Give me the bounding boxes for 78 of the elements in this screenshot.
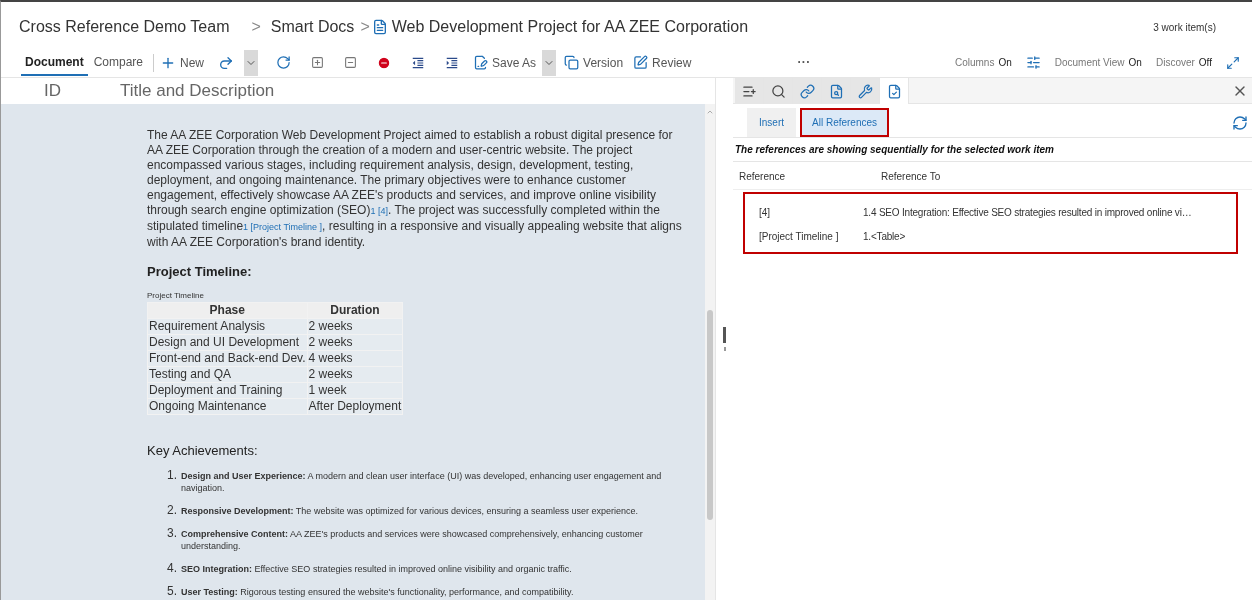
section-heading: Project Timeline: — [147, 263, 253, 281]
breadcrumb-separator: > — [251, 17, 261, 37]
toggle-label: Document View — [1054, 56, 1125, 70]
column-header: Reference To — [881, 170, 941, 184]
list-number: 1. — [167, 468, 178, 482]
list-item-text: User Testing: Rigorous testing ensured the website's functionality, performance, and compatibility. — [181, 586, 575, 598]
copy-icon — [564, 55, 580, 70]
table-header: Phase — [147, 302, 308, 318]
table-cell-text: 1.<Table> — [863, 229, 906, 244]
list-item-text: Comprehensive Content: AA ZEE's products and services were showcased comprehensively, enhancing customer understanding. — [181, 528, 644, 552]
breadcrumb-link[interactable]: Smart Docs — [270, 15, 355, 39]
toggle-label: Columns — [954, 56, 995, 70]
maximize-icon[interactable] — [1226, 55, 1240, 70]
reference-link[interactable]: 1 [4] — [370, 206, 388, 216]
work-item-count: 3 work item(s) — [1153, 20, 1216, 35]
pen-icon — [633, 55, 649, 70]
save-as-button[interactable]: Save As — [473, 53, 537, 72]
indent-icon[interactable] — [445, 55, 460, 70]
column-header: Title and Description — [120, 80, 275, 103]
table-cell-text: 1.4 SEO Integration: Effective SEO strategies resulted in improved online vi… — [863, 205, 1192, 220]
outdent-icon[interactable] — [411, 55, 426, 70]
toggle-label: Discover — [1155, 56, 1195, 70]
delete-icon[interactable] — [377, 55, 392, 70]
list-item-text: Design and User Experience: A modern and clean user interface (UI) was developed, enhancing user engagement and navigation. — [181, 470, 663, 494]
document-icon — [371, 19, 388, 35]
settings-icon[interactable] — [1025, 55, 1041, 70]
list-number: 4. — [167, 561, 178, 575]
more-button[interactable]: ... — [797, 49, 811, 68]
new-button[interactable]: New — [158, 53, 207, 72]
column-header: ID — [44, 80, 62, 103]
toggle-value[interactable]: On — [1128, 55, 1142, 70]
expand-icon[interactable] — [311, 56, 325, 69]
list-plus-icon[interactable] — [735, 78, 764, 104]
wrench-icon[interactable] — [851, 78, 880, 104]
collapse-icon[interactable] — [344, 56, 358, 69]
breadcrumb-separator: > — [360, 17, 370, 37]
view-tab[interactable]: Compare — [89, 49, 148, 76]
dropdown-button[interactable] — [244, 49, 259, 76]
panel-tab[interactable]: All References — [800, 108, 890, 137]
review-button[interactable]: Review — [633, 53, 692, 72]
list-number: 5. — [167, 584, 178, 598]
version-button[interactable]: Version — [564, 53, 624, 72]
table-cell: Ongoing Maintenance — [147, 398, 308, 414]
toggle-value[interactable]: Off — [1198, 55, 1212, 70]
table-cell: 4 weeks — [307, 350, 403, 366]
panel-tab[interactable]: Insert — [747, 108, 796, 137]
table-cell: Deployment and Training — [147, 382, 308, 398]
toggle-value[interactable]: On — [998, 55, 1012, 70]
file-pen-icon — [473, 55, 489, 70]
table-header: Duration — [307, 302, 403, 318]
table-caption: Project Timeline — [147, 289, 205, 302]
table-cell: 2 weeks — [307, 334, 403, 350]
table-cell: Testing and QA — [147, 366, 308, 382]
list-item-text: SEO Integration: Effective SEO strategies resulted in improved online visibility and organic traffic. — [181, 563, 573, 575]
list-number: 3. — [167, 526, 178, 540]
view-tab[interactable]: Document — [21, 49, 88, 76]
section-heading: Key Achievements: — [147, 441, 259, 460]
breadcrumb-link[interactable]: Cross Reference Demo Team — [19, 15, 230, 39]
table-cell: 1 week — [307, 382, 403, 398]
description-paragraph: The AA ZEE Corporation Web Development Project aimed to establish a robust digital presence for AA ZEE Corporation through the creation of a modern and user-centric website. The project encompassed various stages, including requirement analysis, design, development, testing, deployment, and ongoing maintenance. The primary objectives were to enhance customer engagement, effectively showcase AA ZEE's products and services, and improve online visibility through search engine optimization (SEO)1 [4]. The project was successfully completed within the stipulated timeline1 [Project Timeline ], resulting in a responsive and visually appealing website that aligns with AA ZEE Corporation's brand identity. — [147, 128, 683, 250]
document-icon[interactable] — [880, 78, 909, 104]
list-number: 2. — [167, 503, 178, 517]
table-cell-text: [Project Timeline ] — [758, 229, 840, 244]
refresh-icon[interactable] — [276, 55, 292, 70]
table-cell: 2 weeks — [307, 366, 403, 382]
refresh-icon[interactable] — [1232, 115, 1248, 131]
table-cell-text: [4] — [758, 205, 772, 220]
column-header: Reference — [739, 170, 787, 184]
list-item-text: Responsive Development: The website was optimized for various devices, ensuring a seamless user experience. — [181, 505, 640, 517]
redo-icon[interactable] — [218, 54, 235, 71]
table-cell: Front-end and Back-end Dev. — [147, 350, 308, 366]
table-cell: After Deployment — [307, 398, 403, 414]
document-title: Web Development Project for AA ZEE Corporation — [391, 17, 749, 37]
info-note: The references are showing sequentially for the selected work item — [733, 138, 1252, 162]
table-cell: 2 weeks — [307, 318, 403, 334]
table-cell: Requirement Analysis — [147, 318, 308, 334]
dropdown-button[interactable] — [542, 49, 557, 76]
table-cell: Design and UI Development — [147, 334, 308, 350]
